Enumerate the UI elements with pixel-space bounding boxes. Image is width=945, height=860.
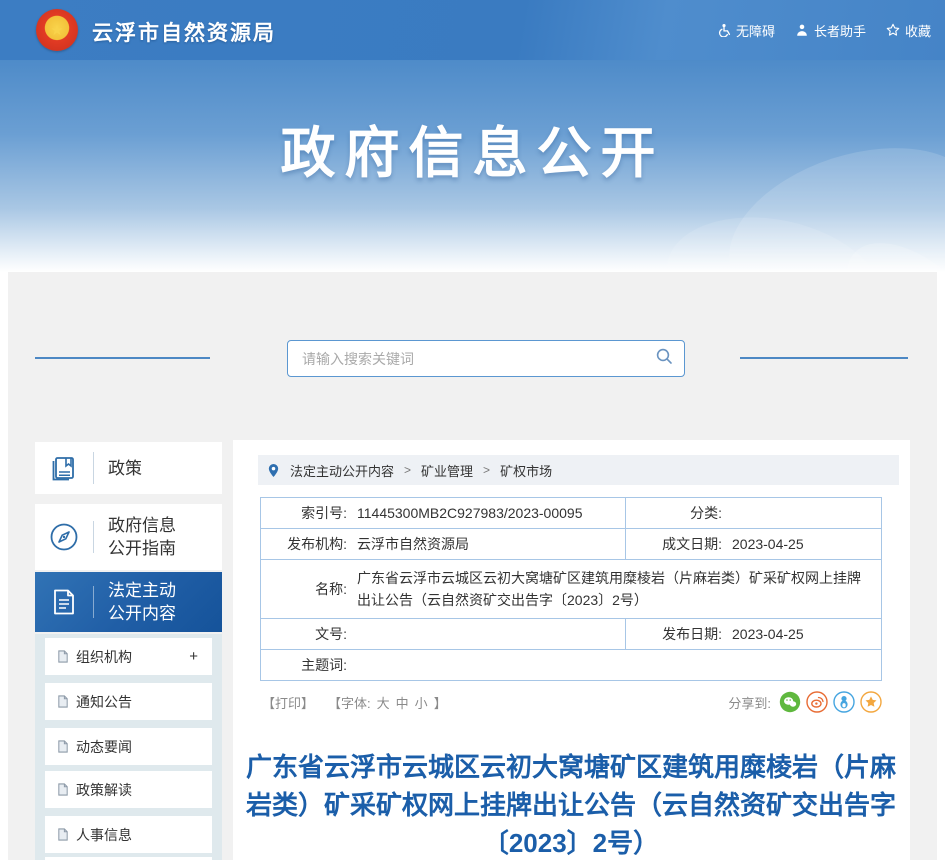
sidebar-item-personnel[interactable]: 人事信息	[45, 816, 212, 853]
table-row: 主题词:	[261, 649, 881, 680]
top-header: ★ 云浮市自然资源局 无障碍 长者助手 收藏	[0, 0, 945, 60]
table-row: 名称: 广东省云浮市云城区云初大窝塘矿区建筑用糜棱岩（片麻岩类）矿采矿权网上挂牌…	[261, 559, 881, 618]
location-pin-icon	[267, 463, 280, 478]
issuing-agency-value: 云浮市自然资源局	[357, 536, 469, 552]
banner-title: 政府信息公开	[280, 122, 665, 184]
publish-date-value: 2023-04-25	[732, 626, 804, 642]
document-meta-table: 索引号: 11445300MB2C927983/2023-00095 分类: 发…	[260, 497, 882, 681]
category-label: 分类:	[690, 505, 722, 521]
sidebar-item-organization[interactable]: 组织机构 +	[45, 638, 212, 675]
sidebar-item-label: 法定主动公开内容	[108, 581, 176, 623]
sidebar-submenu: 组织机构 + 通知公告 动态要闻 政策解读 人事信息	[35, 634, 222, 860]
issuing-agency-label: 发布机构:	[287, 536, 347, 552]
sidebar-item-label: 动态要闻	[76, 738, 132, 755]
breadcrumb-item-mining[interactable]: 矿业管理	[421, 461, 473, 480]
breadcrumb: 法定主动公开内容 > 矿业管理 > 矿权市场	[258, 455, 899, 485]
search-icon	[655, 347, 673, 370]
qq-share-icon[interactable]	[833, 691, 855, 713]
index-number-label: 索引号:	[301, 505, 347, 521]
favorite-label: 收藏	[904, 23, 931, 39]
accessibility-label: 无障碍	[735, 23, 775, 39]
written-date-label: 成文日期:	[662, 536, 722, 552]
search-button[interactable]	[644, 341, 684, 376]
expand-plus-icon[interactable]: +	[189, 648, 198, 665]
decorative-line-left	[35, 357, 210, 359]
written-date-value: 2023-04-25	[732, 536, 804, 552]
search-box	[287, 340, 685, 377]
decorative-line-right	[740, 357, 908, 359]
sidebar-item-notices[interactable]: 通知公告	[45, 683, 212, 720]
favorite-link[interactable]: 收藏	[886, 21, 931, 40]
document-number-label: 文号:	[315, 626, 347, 642]
document-icon	[35, 587, 93, 617]
breadcrumb-separator: >	[404, 463, 412, 477]
font-size-suffix: 】	[433, 695, 447, 711]
search-input[interactable]	[288, 341, 644, 376]
accessibility-link[interactable]: 无障碍	[717, 21, 775, 40]
sidebar-item-disclosure-guide[interactable]: 政府信息公开指南	[35, 504, 222, 570]
share-bar: 分享到:	[728, 691, 882, 713]
document-name-value: 广东省云浮市云城区云初大窝塘矿区建筑用糜棱岩（片麻岩类）矿采矿权网上挂牌出让公告…	[357, 570, 861, 608]
share-label: 分享到:	[728, 695, 771, 711]
elder-assistant-link[interactable]: 长者助手	[795, 21, 866, 40]
compass-icon	[35, 521, 93, 553]
breadcrumb-item-statutory[interactable]: 法定主动公开内容	[290, 461, 394, 480]
page-icon	[57, 695, 69, 708]
page-icon	[57, 650, 69, 663]
table-row: 文号: 发布日期: 2023-04-25	[261, 618, 881, 649]
qzone-share-icon[interactable]	[860, 691, 882, 713]
page-icon	[57, 828, 69, 841]
breadcrumb-item-mining-rights-market[interactable]: 矿权市场	[500, 461, 552, 480]
sidebar-item-policy[interactable]: 政策	[35, 442, 222, 494]
sidebar-item-label: 通知公告	[76, 693, 132, 710]
national-emblem-logo: ★	[36, 9, 78, 51]
font-size-prefix: 【字体:	[328, 695, 371, 711]
sidebar-item-news[interactable]: 动态要闻	[45, 728, 212, 765]
publish-date-label: 发布日期:	[662, 626, 722, 642]
article-title: 广东省云浮市云城区云初大窝塘矿区建筑用糜棱岩（片麻岩类）矿采矿权网上挂牌出让公告…	[245, 752, 896, 858]
font-size-small-button[interactable]: 小	[415, 693, 428, 712]
elder-assistant-icon	[795, 23, 809, 37]
sidebar-item-label: 组织机构	[76, 648, 132, 665]
sidebar-item-label: 政策	[108, 458, 142, 478]
page: ★ 云浮市自然资源局 无障碍 长者助手 收藏 政府信息公开 请输入搜索关键词 法…	[0, 0, 945, 860]
index-number-value: 11445300MB2C927983/2023-00095	[357, 505, 583, 521]
sidebar-item-policy-interpretation[interactable]: 政策解读	[45, 771, 212, 808]
breadcrumb-separator: >	[483, 463, 491, 477]
weibo-share-icon[interactable]	[806, 691, 828, 713]
print-button[interactable]: 【打印】	[262, 693, 314, 712]
sidebar-item-statutory-disclosure[interactable]: 法定主动公开内容	[35, 572, 222, 632]
banner: 政府信息公开	[0, 60, 945, 272]
font-size-control: 【字体: 大 中 小 】	[328, 693, 447, 712]
star-icon	[886, 23, 900, 37]
header-links: 无障碍 长者助手 收藏	[717, 0, 931, 60]
sidebar-item-label: 政策解读	[76, 781, 132, 798]
accessibility-icon	[717, 23, 731, 37]
sidebar-item-label: 人事信息	[76, 826, 132, 843]
sidebar-item-label: 政府信息公开指南	[108, 516, 176, 558]
elder-assistant-label: 长者助手	[813, 23, 866, 39]
wechat-share-icon[interactable]	[779, 691, 801, 713]
article-toolbar: 【打印】 【字体: 大 中 小 】 分享到:	[262, 690, 882, 714]
site-title: 云浮市自然资源局	[92, 22, 276, 45]
book-icon	[35, 453, 93, 483]
table-row: 索引号: 11445300MB2C927983/2023-00095 分类:	[261, 498, 881, 528]
table-row: 发布机构: 云浮市自然资源局 成文日期: 2023-04-25	[261, 528, 881, 559]
keywords-label: 主题词:	[301, 657, 347, 673]
page-icon	[57, 740, 69, 753]
document-name-label: 名称:	[315, 581, 347, 597]
font-size-large-button[interactable]: 大	[377, 693, 390, 712]
font-size-medium-button[interactable]: 中	[396, 693, 409, 712]
page-icon	[57, 783, 69, 796]
